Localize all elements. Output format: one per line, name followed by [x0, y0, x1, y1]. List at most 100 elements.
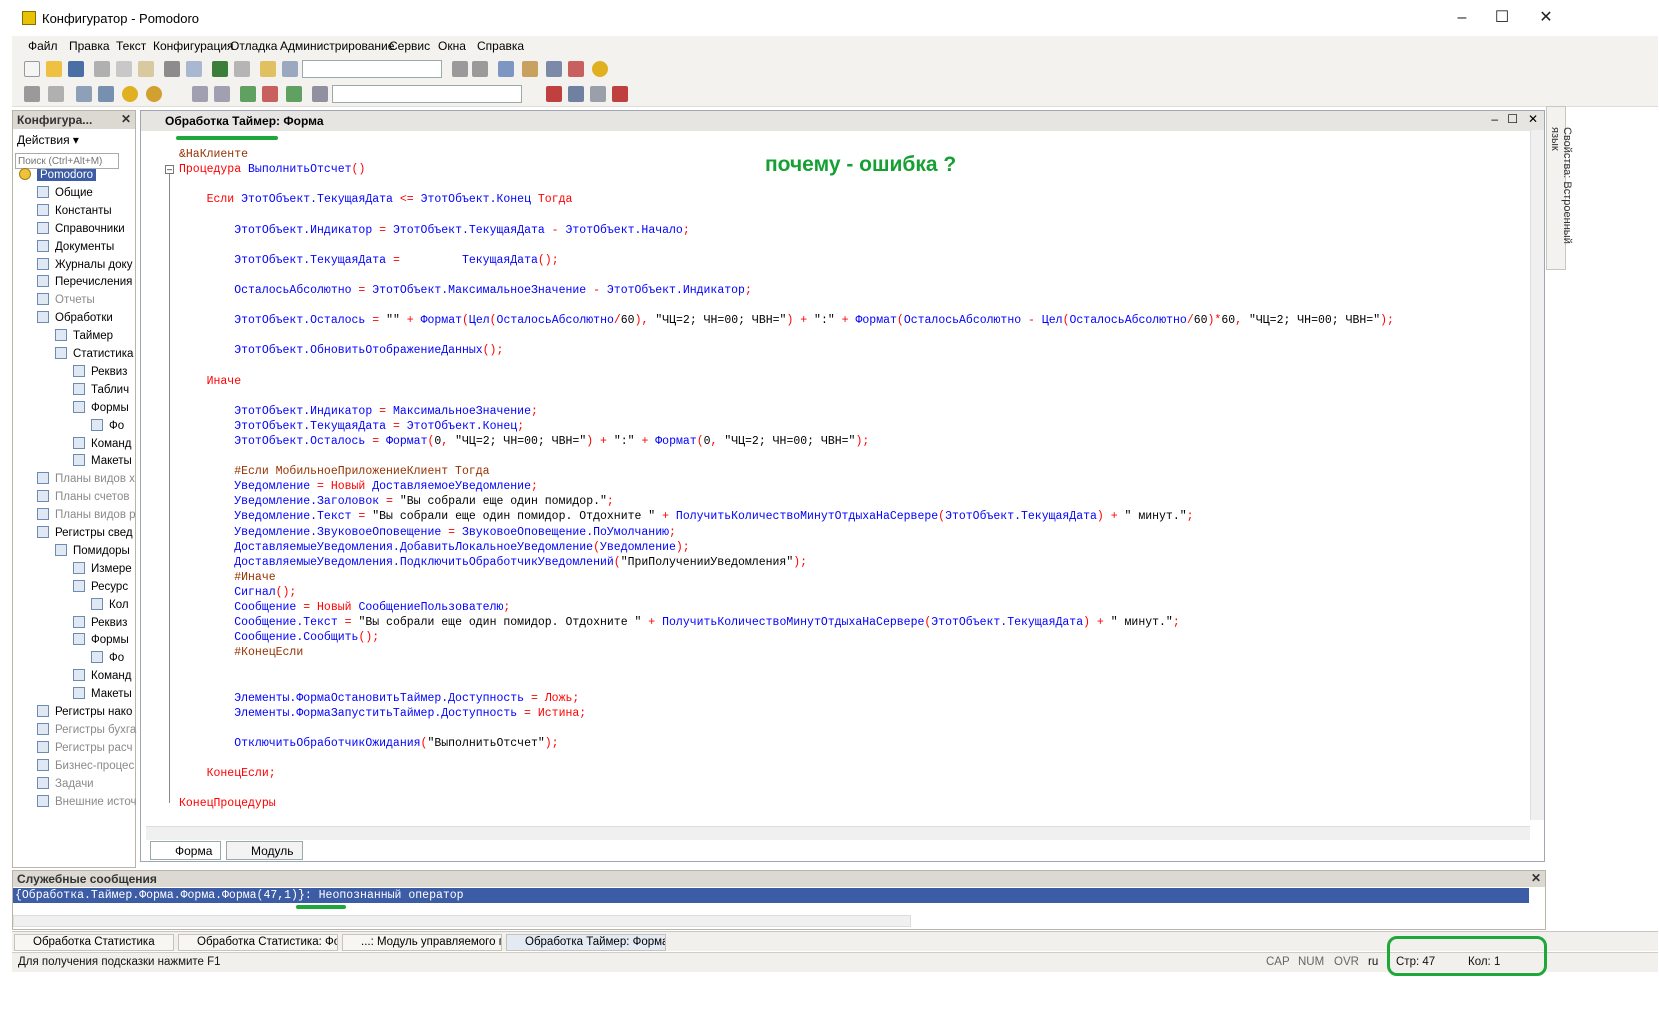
tree-item[interactable]: Документы	[37, 239, 114, 255]
stop-icon[interactable]	[612, 86, 628, 102]
step-icon[interactable]	[568, 86, 584, 102]
search-icon[interactable]	[282, 61, 298, 77]
table-icon[interactable]	[98, 86, 114, 102]
undo-icon[interactable]	[212, 61, 228, 77]
panel-close-icon[interactable]: ✕	[121, 112, 131, 126]
tree-item[interactable]: Журналы доку	[37, 257, 132, 273]
config-open-icon[interactable]	[48, 86, 64, 102]
bookmark-icon[interactable]	[568, 61, 584, 77]
editor-maximize-icon[interactable]: ☐	[1507, 112, 1518, 126]
tree-item[interactable]: Бизнес-процес	[37, 758, 134, 774]
tree-item[interactable]: Отчеты	[37, 292, 95, 308]
find-prev-icon[interactable]	[452, 61, 468, 77]
fold-toggle-icon[interactable]: –	[165, 165, 174, 174]
tree-item[interactable]: Команд	[73, 436, 131, 452]
tree-item[interactable]: Регистры свед	[37, 525, 133, 541]
outdent-icon[interactable]	[214, 86, 230, 102]
editor-minimize-icon[interactable]: –	[1491, 112, 1498, 126]
tree-item[interactable]: Статистика	[55, 346, 133, 362]
menu-windows[interactable]: Окна	[438, 39, 466, 53]
tree-item[interactable]: Команд	[73, 668, 131, 684]
tree-item[interactable]: Регистры нако	[37, 704, 132, 720]
tree-item[interactable]: Ресурс	[73, 579, 128, 595]
info-icon[interactable]	[592, 61, 608, 77]
find-in-files-icon[interactable]	[260, 61, 276, 77]
tree-item[interactable]: Макеты	[73, 686, 132, 702]
tree-item[interactable]: Общие	[37, 185, 93, 201]
check-syntax-icon[interactable]	[286, 86, 302, 102]
paste-icon[interactable]	[138, 61, 154, 77]
tree-item[interactable]: Помидоры	[55, 543, 130, 559]
debug-icon[interactable]	[146, 86, 162, 102]
editor-horizontal-scrollbar[interactable]	[146, 826, 1530, 840]
menu-service[interactable]: Сервис	[389, 39, 430, 53]
tree-item[interactable]: Таймер	[55, 328, 113, 344]
search-combo[interactable]	[302, 60, 442, 78]
comment-icon[interactable]	[240, 86, 256, 102]
help-topics-icon[interactable]	[546, 61, 562, 77]
tree-item[interactable]: Измере	[73, 561, 132, 577]
tree-item[interactable]: Pomodoro	[19, 167, 97, 183]
tree-item[interactable]: Таблич	[73, 382, 129, 398]
menu-debug[interactable]: Отладка	[230, 39, 277, 53]
tree-item[interactable]: Внешние источ	[37, 794, 136, 810]
actions-menu[interactable]: Действия ▾	[17, 133, 79, 147]
procedure-combo[interactable]	[332, 85, 522, 103]
editor-vertical-scrollbar[interactable]	[1530, 130, 1544, 820]
save-icon[interactable]	[68, 61, 84, 77]
tree-item[interactable]: Задачи	[37, 776, 94, 792]
minimize-button[interactable]: –	[1442, 6, 1482, 30]
menu-configuration[interactable]: Конфигурация	[153, 39, 234, 53]
maximize-button[interactable]: ☐	[1482, 6, 1522, 30]
print-icon[interactable]	[164, 61, 180, 77]
redo-icon[interactable]	[234, 61, 250, 77]
messages-close-icon[interactable]: ✕	[1531, 871, 1541, 885]
error-message[interactable]: {Обработка.Таймер.Форма.Форма.Форма(47,1…	[13, 888, 1529, 903]
tree-item[interactable]: Реквиз	[73, 615, 127, 631]
tab-form[interactable]: Форма	[150, 841, 222, 860]
task-tab[interactable]: ...: Модуль управляемого п...	[342, 934, 502, 951]
tree-item[interactable]: Регистры бухга	[37, 722, 136, 738]
tree-item[interactable]: Справочники	[37, 221, 125, 237]
tree-item[interactable]: Перечисления	[37, 274, 132, 290]
tree-item[interactable]: Макеты	[73, 453, 132, 469]
cut-icon[interactable]	[94, 61, 110, 77]
indent-icon[interactable]	[192, 86, 208, 102]
close-button[interactable]: ✕	[1526, 6, 1566, 30]
tree-item[interactable]: Формы	[73, 400, 129, 416]
menu-text[interactable]: Текст	[116, 39, 146, 53]
messages-scrollbar[interactable]	[13, 915, 911, 927]
preview-icon[interactable]	[186, 61, 202, 77]
watch-icon[interactable]	[590, 86, 606, 102]
task-tab[interactable]: Обработка Статистика: Фо...	[178, 934, 338, 951]
tree-item[interactable]: Фо	[91, 418, 124, 434]
tree-item[interactable]: Фо	[91, 650, 124, 666]
tree-item[interactable]: Обработки	[37, 310, 113, 326]
status-language[interactable]: ru	[1368, 955, 1378, 971]
task-tab-active[interactable]: Обработка Таймер: Форма	[506, 934, 666, 951]
run-icon[interactable]	[122, 86, 138, 102]
tree-item[interactable]: Регистры расч	[37, 740, 132, 756]
tree-item[interactable]: Константы	[37, 203, 112, 219]
task-tab[interactable]: Обработка Статистика	[14, 934, 174, 951]
tree-item[interactable]: Планы видов х	[37, 471, 135, 487]
find-next-icon[interactable]	[472, 61, 488, 77]
tree-item[interactable]: Планы счетов	[37, 489, 129, 505]
uncomment-icon[interactable]	[262, 86, 278, 102]
new-icon[interactable]	[24, 61, 40, 77]
syntax-assistant-icon[interactable]	[522, 61, 538, 77]
windows-icon[interactable]	[498, 61, 514, 77]
tree-item[interactable]: Формы	[73, 632, 129, 648]
properties-strip[interactable]: Свойства: Встроенный язык	[1546, 106, 1573, 270]
tree-item[interactable]: Кол	[91, 597, 129, 613]
tab-module[interactable]: Модуль	[226, 841, 303, 860]
copy-icon[interactable]	[116, 61, 132, 77]
database-icon[interactable]	[76, 86, 92, 102]
menu-file[interactable]: Файл	[28, 39, 58, 53]
tree-item[interactable]: Реквиз	[73, 364, 127, 380]
procedures-icon[interactable]	[312, 86, 328, 102]
tree-item[interactable]: Планы видов р	[37, 507, 136, 523]
breakpoint-icon[interactable]	[546, 86, 562, 102]
menu-help[interactable]: Справка	[477, 39, 524, 53]
config-icon[interactable]	[24, 86, 40, 102]
